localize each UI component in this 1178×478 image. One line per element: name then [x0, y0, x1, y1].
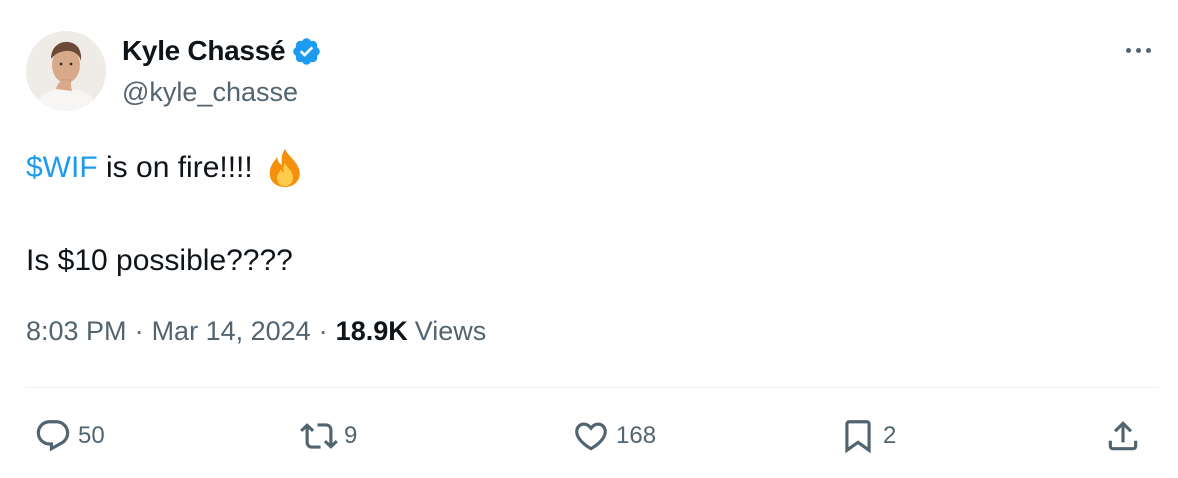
views-count: 18.9K — [335, 316, 408, 346]
bookmark-count: 2 — [883, 422, 897, 449]
like-count: 168 — [616, 422, 657, 449]
tweet-text-line-2: Is $10 possible???? — [26, 244, 293, 277]
author-name-text: Kyle Chassé — [122, 35, 286, 66]
author-avatar[interactable] — [26, 31, 106, 111]
fire-emoji-icon — [265, 147, 305, 189]
more-options-icon[interactable] — [1120, 38, 1156, 62]
bookmark-icon — [839, 417, 877, 455]
meta-separator-2: · — [318, 316, 328, 346]
repost-icon — [300, 417, 338, 455]
verified-badge-icon — [291, 36, 322, 67]
tweet-time[interactable]: 8:03 PM — [26, 316, 127, 347]
author-display-name[interactable]: Kyle Chassé — [122, 35, 322, 67]
views-label: Views — [414, 316, 487, 346]
reply-button[interactable]: 50 — [34, 417, 105, 455]
tweet-date[interactable]: Mar 14, 2024 — [152, 316, 311, 347]
cashtag-link[interactable]: $WIF — [26, 150, 98, 186]
share-button[interactable] — [1104, 417, 1142, 455]
tweet-text-line-1: $WIF is on fire!!!! — [26, 147, 305, 189]
like-button[interactable]: 168 — [572, 417, 656, 455]
tweet-text-rest: is on fire!!!! — [97, 151, 253, 184]
tweet-meta: 8:03 PM · Mar 14, 2024 · 18.9K Views — [26, 316, 486, 347]
bookmark-button[interactable]: 2 — [839, 417, 896, 455]
reply-count: 50 — [78, 422, 105, 449]
meta-separator-1: · — [134, 316, 144, 346]
author-handle[interactable]: @kyle_chasse — [122, 77, 298, 108]
heart-icon — [572, 417, 610, 455]
divider — [26, 387, 1158, 388]
repost-count: 9 — [344, 422, 358, 449]
share-icon — [1104, 417, 1142, 455]
repost-button[interactable]: 9 — [300, 417, 357, 455]
reply-icon — [34, 417, 72, 455]
